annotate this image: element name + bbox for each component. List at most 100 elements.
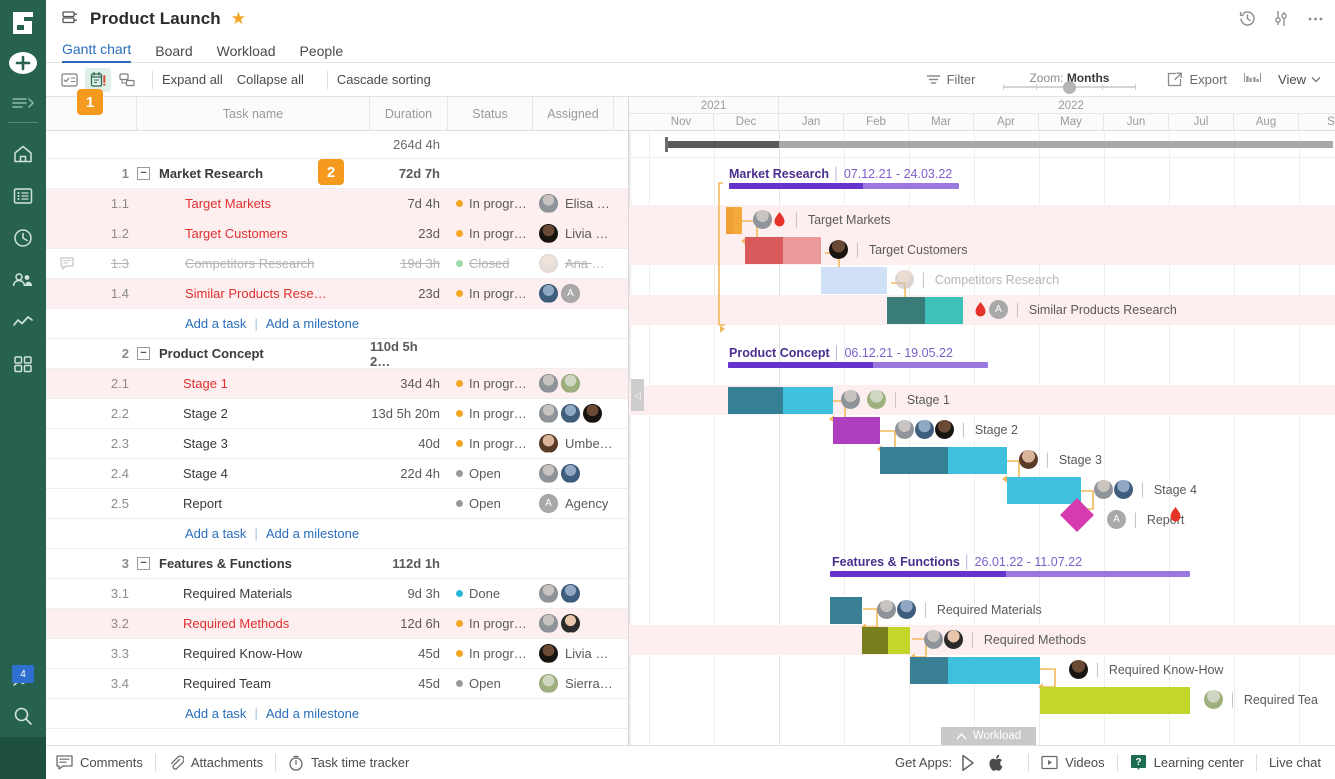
- assignee[interactable]: Umbe…: [533, 429, 614, 458]
- row-menu-icon[interactable]: ⋮: [614, 189, 628, 218]
- favorite-star-icon[interactable]: ★: [231, 9, 246, 29]
- zoom-slider[interactable]: Zoom: Months: [999, 71, 1139, 88]
- row-menu-icon[interactable]: ⋮: [614, 399, 628, 428]
- clock-icon[interactable]: [8, 223, 38, 253]
- zoom-knob[interactable]: [1063, 81, 1076, 94]
- histogram-icon[interactable]: [1243, 71, 1262, 88]
- assignee[interactable]: AAgency: [533, 489, 614, 518]
- more-icon[interactable]: [1305, 8, 1325, 28]
- table-row[interactable]: 3 − Features & Functions 112d 1h ⋮: [46, 549, 628, 579]
- collapse-toggle-icon[interactable]: −: [137, 167, 150, 180]
- table-row[interactable]: 1.1 Target Markets 7d 4h In progr… Elisa…: [46, 189, 628, 219]
- timeline-scrollbar-thumb[interactable]: [667, 141, 779, 148]
- tab-people[interactable]: People: [300, 43, 344, 63]
- expand-all-button[interactable]: Expand all: [162, 72, 223, 87]
- column-header-assigned[interactable]: Assigned: [533, 97, 614, 131]
- row-menu-icon[interactable]: ⋮: [614, 279, 628, 308]
- live-chat-button[interactable]: Live chat: [1269, 755, 1321, 770]
- row-menu-icon[interactable]: ⋮: [614, 459, 628, 488]
- column-header-status[interactable]: Status: [448, 97, 533, 131]
- table-row[interactable]: 3.4 Required Team 45d Open Sierra … ⋮: [46, 669, 628, 699]
- tab-board[interactable]: Board: [155, 43, 192, 63]
- gantt-bar-stage-4[interactable]: [1007, 477, 1081, 504]
- add-milestone-link[interactable]: Add a milestone: [266, 526, 359, 541]
- assignee[interactable]: Livia …: [533, 219, 614, 248]
- gantt-bar-required-team[interactable]: [1040, 687, 1190, 714]
- table-row[interactable]: 2.3 Stage 3 40d In progr… Umbe… ⋮: [46, 429, 628, 459]
- gantt-bar-required-methods[interactable]: [862, 627, 910, 654]
- row-menu-icon[interactable]: ⋮: [614, 339, 628, 368]
- column-header-duration[interactable]: Duration: [370, 97, 448, 131]
- row-menu-icon[interactable]: ⋮: [614, 669, 628, 698]
- row-menu-icon[interactable]: ⋮: [614, 489, 628, 518]
- collapse-toggle-icon[interactable]: −: [137, 347, 150, 360]
- column-header-task-name[interactable]: Task name: [137, 97, 370, 131]
- task-list-icon[interactable]: [56, 68, 82, 92]
- table-row[interactable]: 1.4 Similar Products Rese… 23d In progr……: [46, 279, 628, 309]
- gantt-bar-stage-1[interactable]: [728, 387, 833, 414]
- search-icon[interactable]: [8, 701, 38, 731]
- videos-button[interactable]: Videos: [1041, 755, 1105, 770]
- table-row[interactable]: 3.1 Required Materials 9d 3h Done ⋮: [46, 579, 628, 609]
- add-milestone-link[interactable]: Add a milestone: [266, 706, 359, 721]
- comments-button[interactable]: Comments: [56, 755, 143, 770]
- table-row[interactable]: 1.3 Competitors Research 19d 3h Closed A…: [46, 249, 628, 279]
- apple-icon[interactable]: [989, 754, 1005, 772]
- assignee[interactable]: A: [533, 279, 614, 308]
- assignee[interactable]: Sierra …: [533, 669, 614, 698]
- attachments-button[interactable]: Attachments: [168, 755, 263, 771]
- assignee[interactable]: [533, 369, 614, 398]
- learning-center-button[interactable]: ? Learning center: [1130, 754, 1244, 771]
- gantt-bar-required-materials[interactable]: [830, 597, 862, 624]
- gantt-bar-target-customers[interactable]: [745, 237, 821, 264]
- timeline-scrollbar-cap[interactable]: [665, 137, 668, 152]
- zoom-track[interactable]: [1003, 86, 1135, 88]
- collapse-toggle-icon[interactable]: −: [137, 557, 150, 570]
- tab-gantt-chart[interactable]: Gantt chart: [62, 41, 131, 63]
- assignee[interactable]: Livia …: [533, 639, 614, 668]
- task-time-tracker-button[interactable]: Task time tracker: [288, 755, 409, 771]
- gantt-bar-target-markets[interactable]: [726, 207, 742, 234]
- filter-button[interactable]: Filter: [926, 72, 976, 87]
- add-task-link[interactable]: Add a task: [185, 316, 246, 331]
- gantt-bar-similar-products-research[interactable]: [887, 297, 963, 324]
- assignee[interactable]: [533, 609, 614, 638]
- export-button[interactable]: Export: [1167, 72, 1227, 87]
- add-task-link[interactable]: Add a task: [185, 706, 246, 721]
- settings-sliders-icon[interactable]: [1271, 8, 1291, 28]
- home-icon[interactable]: [8, 139, 38, 169]
- gantt-bar-competitors-research[interactable]: [821, 267, 887, 294]
- people-icon[interactable]: [8, 265, 38, 295]
- critical-path-icon[interactable]: [85, 68, 111, 92]
- assignee[interactable]: [533, 459, 614, 488]
- assignee[interactable]: Elisa …: [533, 189, 614, 218]
- row-menu-icon[interactable]: ⋮: [614, 219, 628, 248]
- add-milestone-link[interactable]: Add a milestone: [266, 316, 359, 331]
- row-menu-icon[interactable]: ⋮: [614, 159, 628, 188]
- row-menu-icon[interactable]: ⋮: [614, 549, 628, 578]
- table-row[interactable]: 3.2 Required Methods 12d 6h In progr… ⋮: [46, 609, 628, 639]
- table-row[interactable]: 2.4 Stage 4 22d 4h Open ⋮: [46, 459, 628, 489]
- table-row[interactable]: 2.5 Report Open AAgency ⋮: [46, 489, 628, 519]
- app-logo-icon[interactable]: [8, 8, 38, 38]
- row-menu-icon[interactable]: ⋮: [614, 609, 628, 638]
- table-row[interactable]: 2.1 Stage 1 34d 4h In progr… ⋮: [46, 369, 628, 399]
- assignee[interactable]: Ana W…: [533, 249, 614, 278]
- add-icon[interactable]: [8, 50, 38, 80]
- gantt-bar-stage-3[interactable]: [880, 447, 1007, 474]
- structure-icon[interactable]: [114, 68, 140, 92]
- view-button[interactable]: View: [1278, 72, 1321, 87]
- comment-icon[interactable]: [60, 257, 74, 273]
- row-menu-icon[interactable]: ⋮: [614, 579, 628, 608]
- table-row[interactable]: 2.2 Stage 2 13d 5h 20m In progr… ⋮: [46, 399, 628, 429]
- google-play-icon[interactable]: [961, 754, 978, 772]
- tab-workload[interactable]: Workload: [217, 43, 276, 63]
- timeline-scrollbar-row[interactable]: [629, 131, 1335, 158]
- table-row[interactable]: 2 − Product Concept 110d 5h 2… ⋮: [46, 339, 628, 369]
- collapse-all-button[interactable]: Collapse all: [237, 72, 304, 87]
- row-menu-icon[interactable]: ⋮: [614, 249, 628, 278]
- gantt-bar-required-know-how[interactable]: [910, 657, 1040, 684]
- history-icon[interactable]: [1237, 8, 1257, 28]
- list-icon[interactable]: [8, 181, 38, 211]
- collapse-rail-icon[interactable]: [10, 94, 36, 112]
